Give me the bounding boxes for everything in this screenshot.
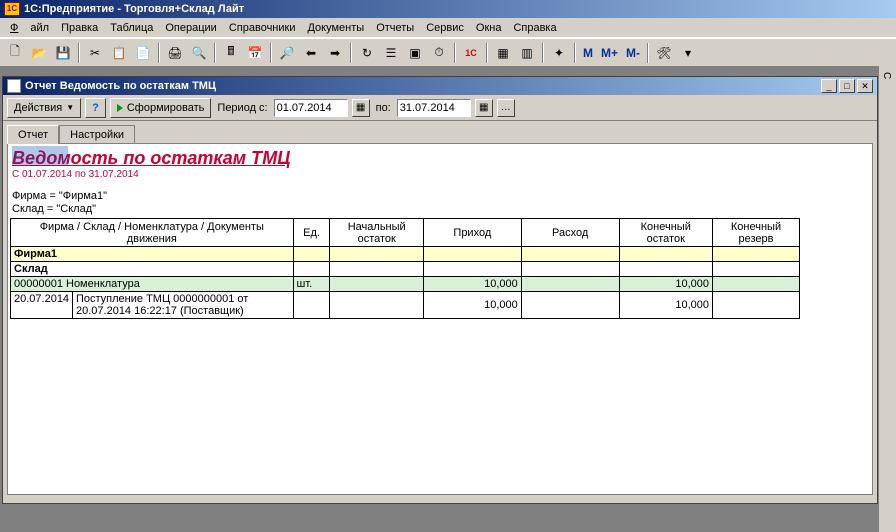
tab-settings[interactable]: Настройки <box>59 125 135 144</box>
table-row-nomenclature[interactable]: 00000001 Номенклатура шт. 10,000 10,000 <box>11 277 800 292</box>
star-icon[interactable]: ✦ <box>548 42 570 64</box>
col-unit: Ед. <box>293 219 330 247</box>
app-logo-icon: 1C <box>4 2 20 16</box>
report-tabs: Отчет Настройки <box>3 121 877 143</box>
maximize-button[interactable]: □ <box>839 79 855 93</box>
menu-file[interactable]: ФФайлайл <box>4 20 55 36</box>
col-out: Расход <box>521 219 619 247</box>
menubar: ФФайлайл Правка Таблица Операции Справоч… <box>0 18 896 38</box>
list-icon[interactable]: ☰ <box>380 42 402 64</box>
main-toolbar: 🗋 📂 💾 ✂ 📋 📄 🖨 🔍 🖩 📅 🔎 ⬅ ➡ ↻ ☰ ▣ ⏱ 1C ▦ ▥… <box>0 38 896 66</box>
tab-report[interactable]: Отчет <box>7 125 59 144</box>
report-titlebar: Отчет Ведомость по остаткам ТМЦ _ □ ✕ <box>3 77 877 95</box>
menu-table[interactable]: Таблица <box>104 20 159 36</box>
col-reserve: Конечный резерв <box>712 219 799 247</box>
close-button[interactable]: ✕ <box>857 79 873 93</box>
right-side-tab[interactable]: С <box>878 66 896 532</box>
calc-icon[interactable]: 🖩 <box>220 42 242 64</box>
form-button[interactable]: Сформировать <box>110 98 212 118</box>
table-row-firm[interactable]: Фирма1 <box>11 247 800 262</box>
report-filters: Фирма = "Фирма1" Склад = "Склад" <box>10 180 870 216</box>
report-title: Ведомость по остаткам ТМЦ <box>10 146 870 169</box>
help-button[interactable]: ? <box>85 98 106 118</box>
tools-icon[interactable]: 🛠 <box>653 42 675 64</box>
calendar-icon[interactable]: 📅 <box>244 42 266 64</box>
menu-ops[interactable]: Операции <box>159 20 222 36</box>
refresh-icon[interactable]: ↻ <box>356 42 378 64</box>
find-next-icon[interactable]: ➡ <box>324 42 346 64</box>
report-window-icon <box>7 79 21 93</box>
menu-docs[interactable]: Документы <box>301 20 370 36</box>
history-icon[interactable]: ⏱ <box>428 42 450 64</box>
report-table: Фирма / Склад / Номенклатура / Документы… <box>10 218 800 319</box>
calendar-to-icon[interactable]: ▦ <box>475 99 493 117</box>
find-prev-icon[interactable]: ⬅ <box>300 42 322 64</box>
1c-icon[interactable]: 1C <box>460 42 482 64</box>
mdi-workspace: Отчет Ведомость по остаткам ТМЦ _ □ ✕ Де… <box>0 66 896 532</box>
actions-button[interactable]: Действия▼ <box>7 98 81 118</box>
mplus-button[interactable]: М+ <box>598 42 621 64</box>
table-row-document[interactable]: 20.07.2014 Поступление ТМЦ 0000000001 от… <box>11 292 800 319</box>
report-toolbar: Действия▼ ? Сформировать Период с: ▦ по:… <box>3 95 877 121</box>
copy-icon[interactable]: 📋 <box>108 42 130 64</box>
report-window: Отчет Ведомость по остаткам ТМЦ _ □ ✕ Де… <box>2 76 878 504</box>
print-icon[interactable]: 🖨 <box>164 42 186 64</box>
preview-icon[interactable]: 🔍 <box>188 42 210 64</box>
report-body[interactable]: Ведомость по остаткам ТМЦ С 01.07.2014 п… <box>7 143 873 495</box>
period-to-input[interactable] <box>397 99 471 117</box>
app-titlebar: 1C 1С:Предприятие - Торговля+Склад Лайт <box>0 0 896 18</box>
report-period: С 01.07.2014 по 31.07.2014 <box>10 169 870 180</box>
col-end: Конечный остаток <box>619 219 712 247</box>
col-name: Фирма / Склад / Номенклатура / Документы… <box>11 219 294 247</box>
play-icon <box>117 104 123 112</box>
menu-refs[interactable]: Справочники <box>223 20 302 36</box>
table-header-row: Фирма / Склад / Номенклатура / Документы… <box>11 219 800 247</box>
period-from-label: Период с: <box>215 102 269 114</box>
calendar-from-icon[interactable]: ▦ <box>352 99 370 117</box>
grid-icon[interactable]: ▦ <box>492 42 514 64</box>
open-icon[interactable]: 📂 <box>28 42 50 64</box>
grid2-icon[interactable]: ▥ <box>516 42 538 64</box>
m-button[interactable]: М <box>580 42 596 64</box>
period-from-input[interactable] <box>274 99 348 117</box>
period-to-label: по: <box>374 102 393 114</box>
app-title: 1С:Предприятие - Торговля+Склад Лайт <box>24 3 244 15</box>
col-start: Начальный остаток <box>330 219 423 247</box>
new-icon[interactable]: 🗋 <box>4 42 26 64</box>
paste-icon[interactable]: 📄 <box>132 42 154 64</box>
save-icon[interactable]: 💾 <box>52 42 74 64</box>
mminus-button[interactable]: М- <box>623 42 643 64</box>
col-in: Приход <box>423 219 521 247</box>
menu-edit[interactable]: Правка <box>55 20 104 36</box>
cut-icon[interactable]: ✂ <box>84 42 106 64</box>
period-select-button[interactable]: … <box>497 99 515 117</box>
report-window-title: Отчет Ведомость по остаткам ТМЦ <box>25 80 216 92</box>
menu-windows[interactable]: Окна <box>470 20 508 36</box>
find-icon[interactable]: 🔎 <box>276 42 298 64</box>
menu-help[interactable]: Справка <box>507 20 562 36</box>
popup-icon[interactable]: ▣ <box>404 42 426 64</box>
minimize-button[interactable]: _ <box>821 79 837 93</box>
table-row-sklad[interactable]: Склад <box>11 262 800 277</box>
menu-service[interactable]: Сервис <box>420 20 470 36</box>
dropdown-icon[interactable]: ▾ <box>677 42 699 64</box>
menu-reports[interactable]: Отчеты <box>370 20 420 36</box>
